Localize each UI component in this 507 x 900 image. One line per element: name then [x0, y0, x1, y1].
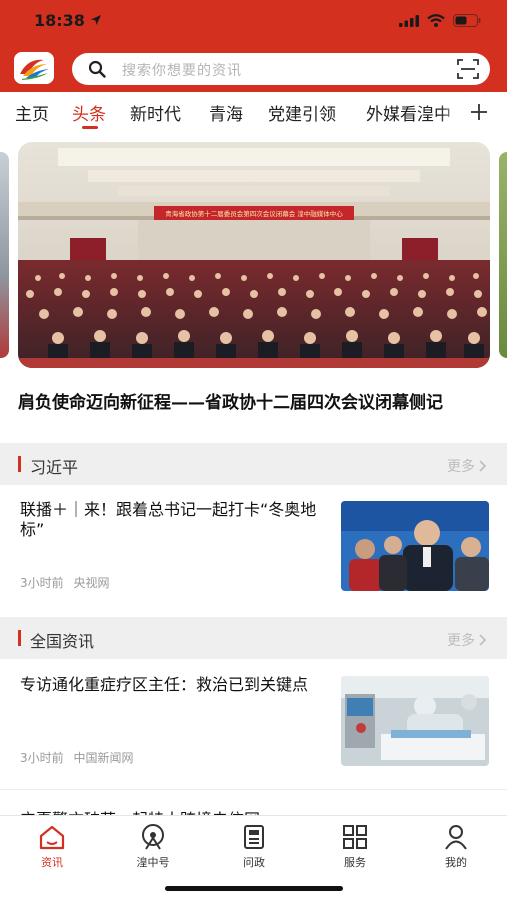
news-title[interactable]: 专访通化重症疗区主任：救治已到关键点 [20, 675, 320, 695]
app-logo[interactable] [14, 52, 54, 84]
channel-tabs: 主页 头条 新时代 青海 党建引领 外媒看湟中 [0, 92, 507, 130]
status-icons [399, 14, 481, 27]
person-icon [445, 825, 467, 850]
nav-me[interactable]: 我的 [416, 822, 496, 870]
tab-foreign-media[interactable]: 外媒看湟中 [366, 100, 451, 125]
chevron-right-icon [479, 460, 487, 472]
list-divider [0, 789, 507, 790]
section-header-xi: 习近平 更多 [0, 443, 507, 485]
home-icon [39, 825, 65, 850]
app-header: 18:38 搜索你想要的资讯 [0, 0, 507, 92]
news-thumbnail[interactable] [341, 676, 489, 766]
news-photo [341, 676, 489, 766]
tab-party-building[interactable]: 党建引领 [268, 100, 336, 125]
battery-icon [453, 14, 481, 27]
search-bar[interactable]: 搜索你想要的资讯 [72, 53, 490, 85]
tab-home[interactable]: 主页 [15, 100, 49, 125]
news-time: 3小时前 [20, 751, 64, 765]
nav-huangzhong-hao[interactable]: 湟中号 [113, 822, 193, 870]
news-thumbnail[interactable] [341, 501, 489, 591]
wifi-icon [427, 14, 445, 27]
location-arrow-icon [91, 15, 101, 25]
stage-banner-text: 青海省政协第十二届委员会第四次会议闭幕会 湟中融媒体中心 [165, 209, 343, 218]
nav-services[interactable]: 服务 [315, 822, 395, 870]
nav-label: 我的 [445, 856, 467, 869]
signal-icon [399, 14, 419, 27]
section-accent-bar [18, 456, 21, 472]
active-tab-indicator [82, 126, 98, 129]
nav-wenzheng[interactable]: 问政 [214, 822, 294, 870]
broadcast-icon [142, 824, 164, 850]
section-accent-bar [18, 630, 21, 646]
status-bar: 18:38 [0, 0, 507, 44]
banner-headline[interactable]: 肩负使命迈向新征程——省政协十二届四次会议闭幕侧记 [18, 392, 488, 414]
tab-qinghai[interactable]: 青海 [209, 100, 243, 125]
nav-label: 湟中号 [136, 856, 170, 869]
news-item[interactable]: 专访通化重症疗区主任：救治已到关键点 3小时前 中国新闻网 [0, 675, 507, 775]
section-title: 习近平 [30, 458, 79, 477]
logo-icon [14, 52, 54, 84]
search-icon [88, 60, 106, 78]
tab-headlines[interactable]: 头条 [72, 100, 106, 125]
nav-label: 资讯 [41, 856, 63, 869]
nav-label: 服务 [344, 856, 366, 869]
section-title: 全国资讯 [30, 632, 95, 651]
grid-icon [343, 825, 367, 849]
section-more-link[interactable]: 更多 [447, 456, 487, 476]
news-photo [341, 501, 489, 591]
banner-image[interactable]: 青海省政协第十二届委员会第四次会议闭幕会 湟中融媒体中心 [18, 142, 490, 368]
home-indicator [165, 886, 343, 891]
more-label: 更多 [447, 459, 475, 475]
news-time: 3小时前 [20, 576, 64, 590]
news-item[interactable]: 联播＋｜来！跟着总书记一起打卡“冬奥地标” 3小时前 央视网 [0, 500, 507, 600]
chevron-right-icon [479, 634, 487, 646]
nav-news[interactable]: 资讯 [12, 822, 92, 870]
section-header-national: 全国资讯 更多 [0, 617, 507, 659]
tab-fade [440, 92, 465, 130]
carousel-next-peek[interactable] [499, 152, 507, 358]
news-title[interactable]: 联播＋｜来！跟着总书记一起打卡“冬奥地标” [20, 500, 320, 540]
news-source: 中国新闻网 [73, 751, 134, 765]
search-placeholder[interactable]: 搜索你想要的资讯 [122, 60, 242, 80]
plus-icon[interactable] [468, 101, 490, 123]
more-label: 更多 [447, 633, 475, 649]
document-icon [244, 825, 264, 849]
section-more-link[interactable]: 更多 [447, 630, 487, 650]
status-time: 18:38 [34, 11, 85, 30]
nav-label: 问政 [243, 856, 265, 869]
conference-hall-image: 青海省政协第十二届委员会第四次会议闭幕会 湟中融媒体中心 [18, 142, 490, 368]
carousel-prev-peek[interactable] [0, 152, 9, 358]
news-meta: 3小时前 央视网 [20, 574, 109, 591]
tab-new-era[interactable]: 新时代 [130, 100, 181, 125]
news-meta: 3小时前 中国新闻网 [20, 749, 133, 766]
news-source: 央视网 [73, 576, 110, 590]
scan-icon[interactable] [456, 57, 480, 81]
